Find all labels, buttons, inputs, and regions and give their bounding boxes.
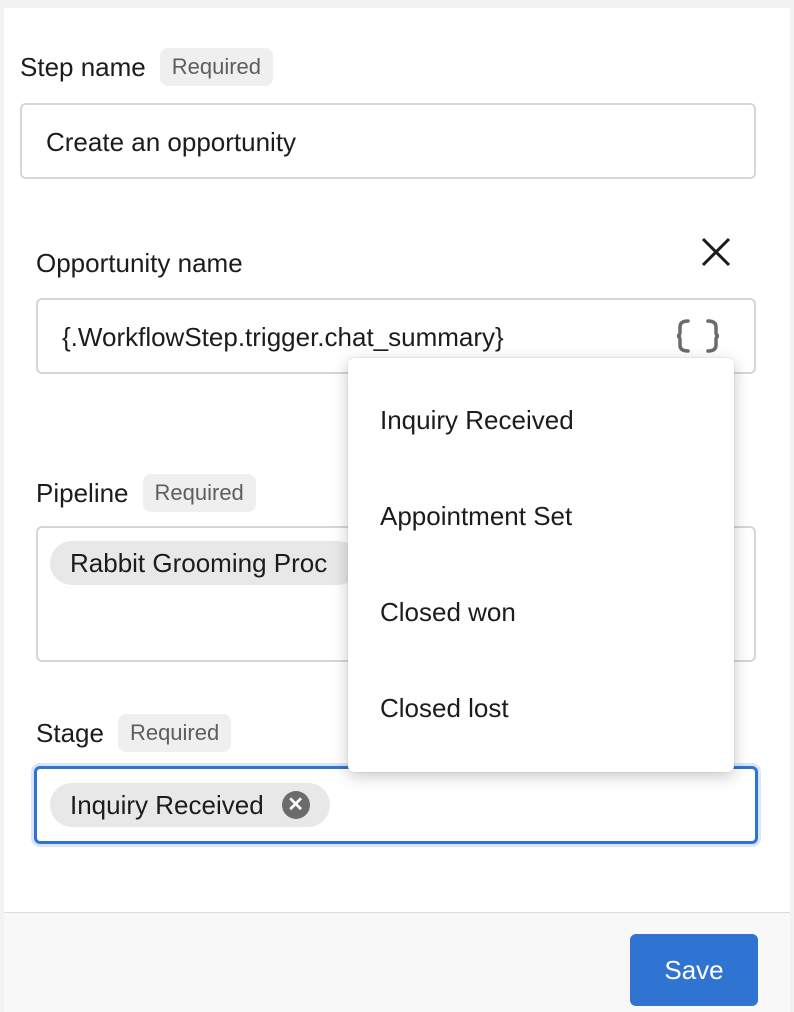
close-icon[interactable]	[700, 236, 732, 268]
dropdown-option[interactable]: Closed lost	[380, 693, 509, 724]
stage-chip[interactable]: Inquiry Received ✕	[50, 783, 330, 827]
pipeline-chip[interactable]: Rabbit Grooming Proc	[50, 541, 360, 585]
step-name-label: Step name	[20, 51, 146, 82]
save-button[interactable]: Save	[630, 934, 758, 1006]
pipeline-chip-label: Rabbit Grooming Proc	[70, 547, 328, 578]
braces-icon[interactable]	[676, 318, 720, 354]
remove-chip-icon[interactable]: ✕	[281, 791, 310, 819]
stage-dropdown-menu: Inquiry Received Appointment Set Closed …	[348, 358, 734, 772]
dropdown-option[interactable]: Inquiry Received	[380, 405, 574, 436]
stage-label: Stage	[36, 717, 104, 748]
step-name-value: Create an opportunity	[46, 127, 297, 157]
pipeline-label-row: Pipeline Required	[36, 474, 256, 512]
step-name-input[interactable]: Create an opportunity	[20, 103, 756, 179]
opportunity-name-label-row: Opportunity name	[36, 248, 243, 279]
pipeline-label: Pipeline	[36, 477, 129, 508]
required-badge: Required	[159, 48, 274, 86]
stage-chip-label: Inquiry Received	[70, 789, 264, 820]
required-badge: Required	[142, 474, 256, 512]
step-name-label-row: Step name Required	[20, 48, 274, 86]
stage-label-row: Stage Required	[36, 714, 232, 752]
dropdown-option[interactable]: Closed won	[380, 597, 516, 628]
dropdown-option[interactable]: Appointment Set	[380, 501, 572, 532]
opportunity-name-value: {.WorkflowStep.trigger.chat_summary}	[62, 322, 504, 352]
opportunity-name-label: Opportunity name	[36, 248, 243, 278]
required-badge: Required	[117, 714, 232, 752]
